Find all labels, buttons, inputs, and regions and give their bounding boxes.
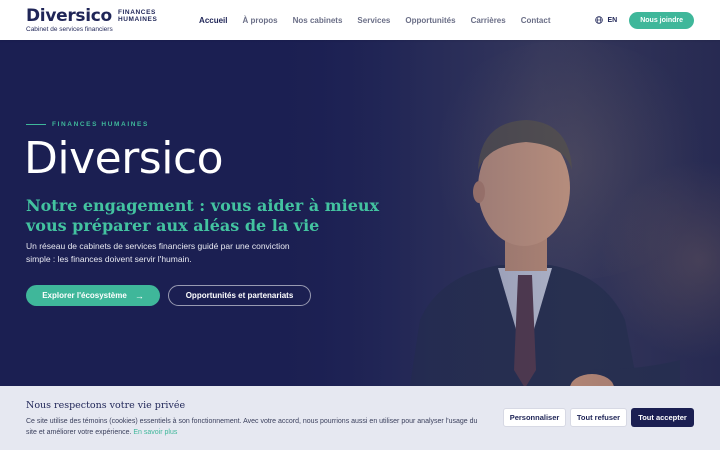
eyebrow-line xyxy=(26,124,46,125)
site-header: Diversico FINANCES HUMAINES Cabinet de s… xyxy=(0,0,720,40)
explore-ecosystem-button[interactable]: Explorer l'écosystème → xyxy=(26,285,160,306)
eyebrow-text: FINANCES HUMAINES xyxy=(52,121,149,128)
opportunities-partnerships-button[interactable]: Opportunités et partenariats xyxy=(168,285,311,306)
nav-item-accueil[interactable]: Accueil xyxy=(199,16,227,25)
main-nav: Accueil À propos Nos cabinets Services O… xyxy=(199,16,565,25)
hero-brand-title: Diversico xyxy=(24,133,224,184)
accept-all-button[interactable]: Tout accepter xyxy=(631,408,694,427)
contact-us-button[interactable]: Nous joindre xyxy=(629,11,694,29)
cookie-banner: Nous respectons votre vie privée Ce site… xyxy=(0,386,720,450)
arrow-right-icon: → xyxy=(134,290,144,301)
logo-sub-line2: HUMAINES xyxy=(117,16,158,23)
hero-description: Un réseau de cabinets de services financ… xyxy=(26,241,290,264)
language-switcher[interactable]: EN xyxy=(595,16,617,24)
nav-item-contact[interactable]: Contact xyxy=(521,16,551,25)
logo-sub-line1: FINANCES xyxy=(117,9,156,16)
nav-item-carrieres[interactable]: Carrières xyxy=(471,16,506,25)
globe-icon xyxy=(595,16,604,24)
logo[interactable]: Diversico FINANCES HUMAINES Cabinet de s… xyxy=(26,7,165,33)
language-label: EN xyxy=(607,16,618,24)
nav-item-nos-cabinets[interactable]: Nos cabinets xyxy=(293,16,343,25)
hero-headline: Notre engagement : vous aider à mieux vo… xyxy=(26,196,380,235)
customize-cookies-button[interactable]: Personnaliser xyxy=(503,408,566,427)
logo-tagline: Cabinet de services financiers xyxy=(26,26,113,33)
cookie-text: Ce site utilise des témoins (cookies) es… xyxy=(26,416,486,438)
learn-more-link[interactable]: En savoir plus xyxy=(133,429,177,436)
logo-row: Diversico FINANCES HUMAINES xyxy=(26,7,165,25)
nav-item-opportunites[interactable]: Opportunités xyxy=(405,16,455,25)
nav-item-services[interactable]: Services xyxy=(357,16,390,25)
hero-eyebrow: FINANCES HUMAINES xyxy=(26,121,149,128)
logo-subtitle: FINANCES HUMAINES xyxy=(118,9,157,23)
cookie-text-body: Ce site utilise des témoins (cookies) es… xyxy=(26,418,478,436)
explore-button-label: Explorer l'écosystème xyxy=(42,291,127,300)
cookie-title: Nous respectons votre vie privée xyxy=(26,400,186,411)
nav-item-a-propos[interactable]: À propos xyxy=(243,16,278,25)
refuse-all-button[interactable]: Tout refuser xyxy=(570,408,627,427)
logo-wordmark: Diversico xyxy=(26,6,112,26)
